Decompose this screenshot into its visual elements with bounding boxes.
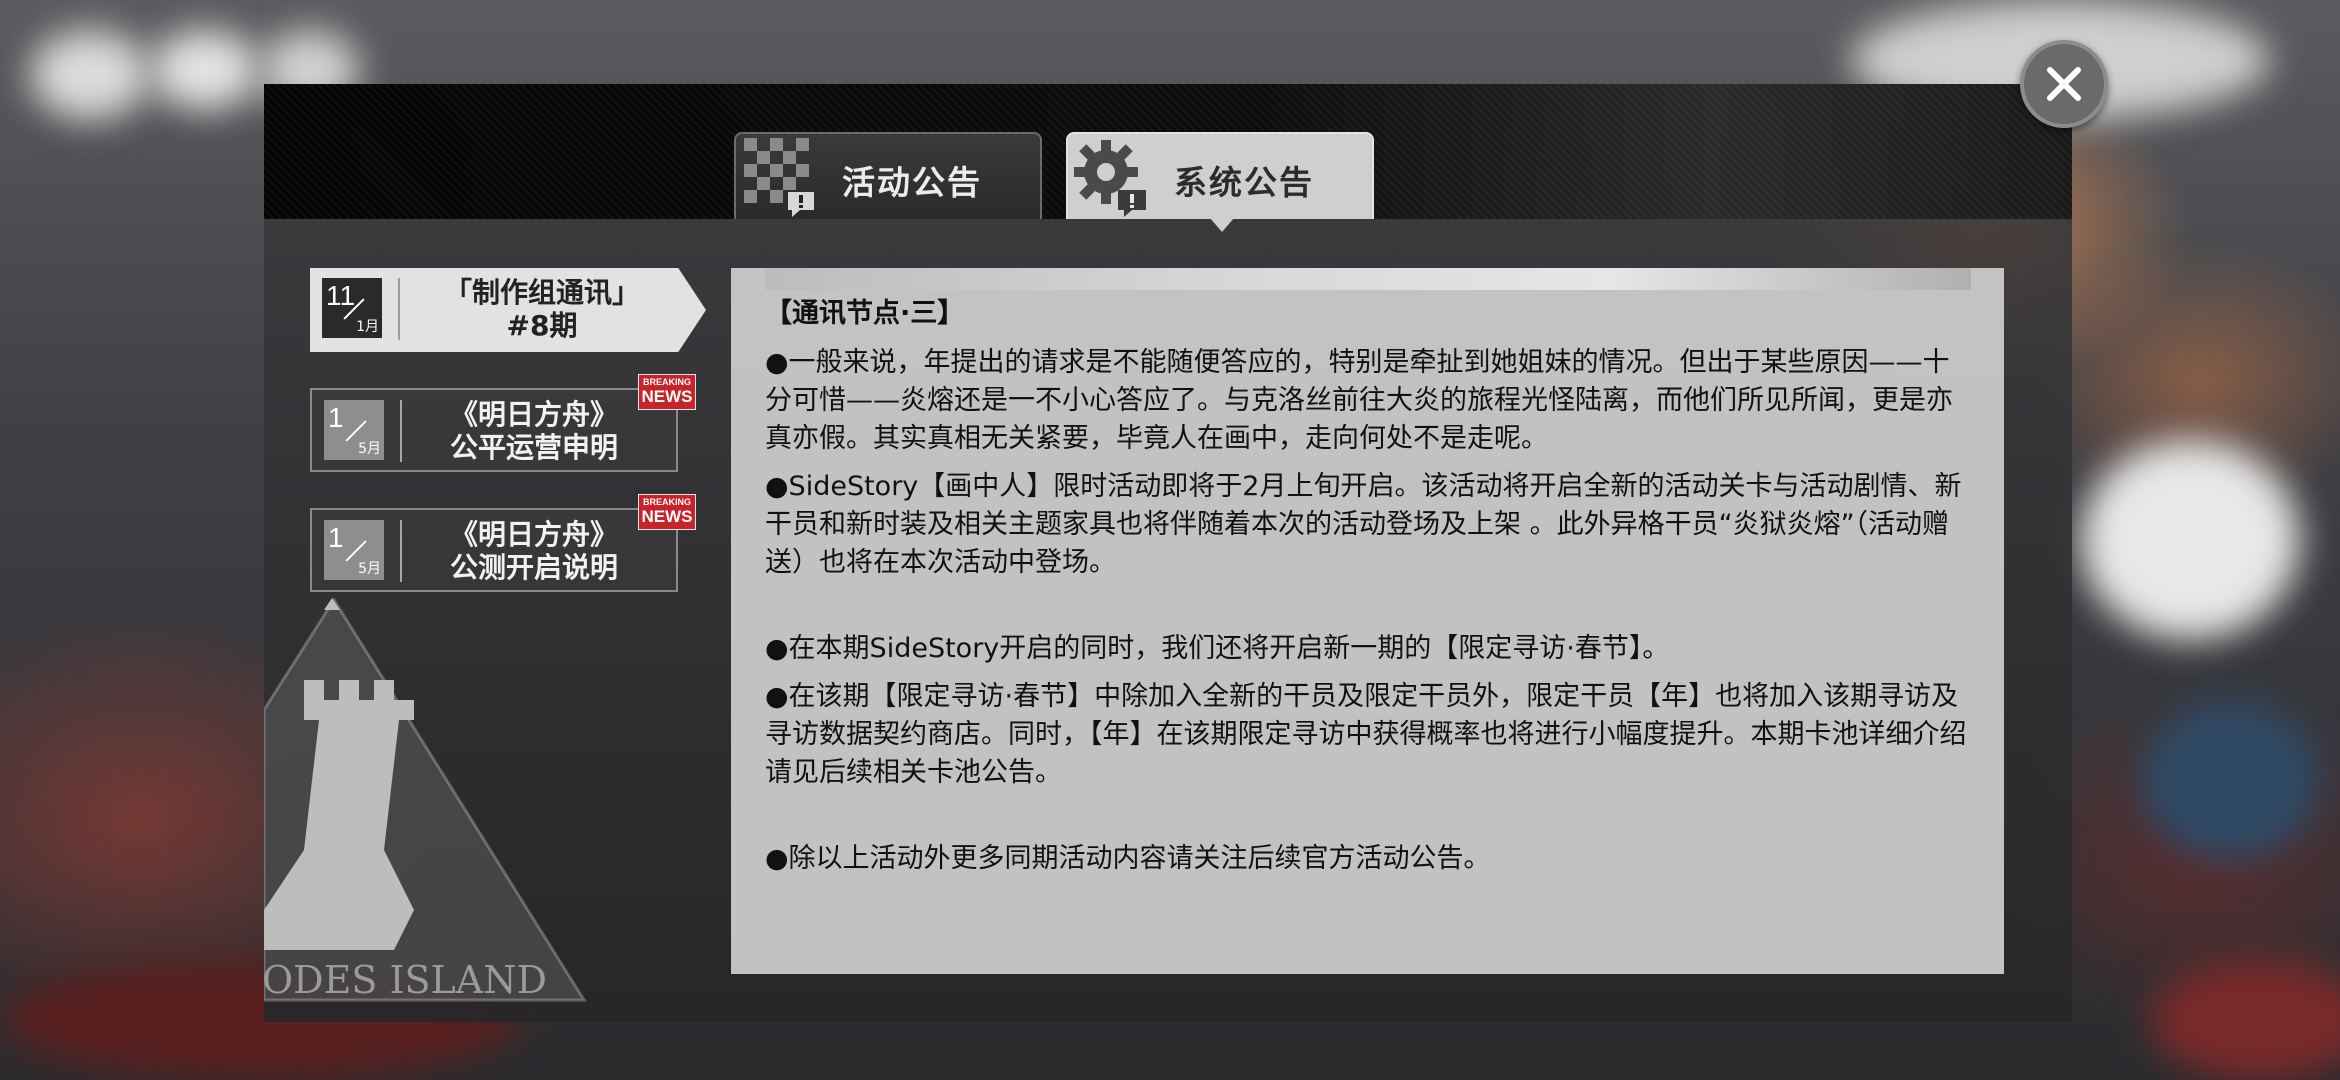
announcement-title: 「制作组通讯」 #8期 bbox=[402, 276, 682, 342]
announcement-content[interactable]: 【通讯节点·三】 ●一般来说，年提出的请求是不能随便答应的，特别是牵扯到她姐妹的… bbox=[731, 268, 2004, 974]
gear-alert-icon bbox=[1074, 140, 1146, 217]
breaking-news-badge: BREAKING NEWS bbox=[638, 494, 696, 530]
checkered-flag-alert-icon bbox=[744, 138, 814, 217]
tab-system-announcements[interactable]: 系统公告 bbox=[1066, 132, 1374, 219]
date-month: 5月 bbox=[358, 561, 381, 577]
tab-activity-announcements[interactable]: 活动公告 bbox=[734, 132, 1042, 219]
content-paragraph: ●一般来说，年提出的请求是不能随便答应的，特别是牵扯到她姐妹的情况。但出于某些原… bbox=[765, 347, 1953, 454]
close-button[interactable] bbox=[2020, 40, 2108, 128]
date-box: 1 5月 bbox=[324, 400, 384, 460]
breaking-news-badge: BREAKING NEWS bbox=[638, 374, 696, 410]
title-line-1: 「制作组通讯」 bbox=[443, 276, 640, 309]
announcement-item-2[interactable]: 1 5月 《明日方舟》 公平运营申明 bbox=[310, 388, 678, 472]
content-banner-image bbox=[765, 268, 1971, 290]
content-paragraph: ●SideStory【画中人】限时活动即将于2月上旬开启。该活动将开启全新的活动… bbox=[765, 471, 1962, 578]
title-line-2: 公平运营申明 bbox=[449, 431, 618, 464]
close-icon bbox=[2047, 67, 2081, 101]
date-month: 5月 bbox=[358, 441, 381, 457]
content-paragraph: ●除以上活动外更多同期活动内容请关注后续官方活动公告。 bbox=[765, 843, 1491, 874]
announcement-item-3[interactable]: 1 5月 《明日方舟》 公测开启说明 bbox=[310, 508, 678, 592]
watermark-text: ODES ISLAND bbox=[262, 958, 547, 1002]
rhodes-island-watermark-icon bbox=[264, 597, 587, 1002]
title-line-1: 《明日方舟》 bbox=[449, 518, 618, 551]
announcement-item-1[interactable]: 11 1月 「制作组通讯」 #8期 bbox=[310, 268, 706, 352]
date-box: 11 1月 bbox=[322, 278, 382, 338]
announcement-title: 《明日方舟》 公平运营申明 bbox=[404, 398, 664, 464]
announcement-title: 《明日方舟》 公测开启说明 bbox=[404, 518, 664, 584]
content-title: 【通讯节点·三】 bbox=[765, 298, 965, 329]
date-day: 1 bbox=[328, 522, 344, 553]
date-box: 1 5月 bbox=[324, 520, 384, 580]
tab-active-pointer bbox=[1210, 218, 1234, 232]
tab-activity-label: 活动公告 bbox=[842, 163, 982, 202]
tab-system-label: 系统公告 bbox=[1174, 163, 1314, 202]
date-day: 1 bbox=[328, 402, 344, 433]
content-paragraph: ●在本期SideStory开启的同时，我们还将开启新一期的【限定寻访·春节】。 bbox=[765, 633, 1670, 664]
date-month: 1月 bbox=[356, 319, 379, 335]
content-text: 【通讯节点·三】 ●一般来说，年提出的请求是不能随便答应的，特别是牵扯到她姐妹的… bbox=[765, 296, 1975, 888]
title-line-2: #8期 bbox=[506, 309, 578, 342]
date-day: 11 bbox=[326, 280, 356, 311]
content-paragraph: ●在该期【限定寻访·春节】中除加入全新的干员及限定干员外，限定干员【年】也将加入… bbox=[765, 681, 1967, 788]
title-line-2: 公测开启说明 bbox=[449, 551, 618, 584]
title-line-1: 《明日方舟》 bbox=[449, 398, 618, 431]
